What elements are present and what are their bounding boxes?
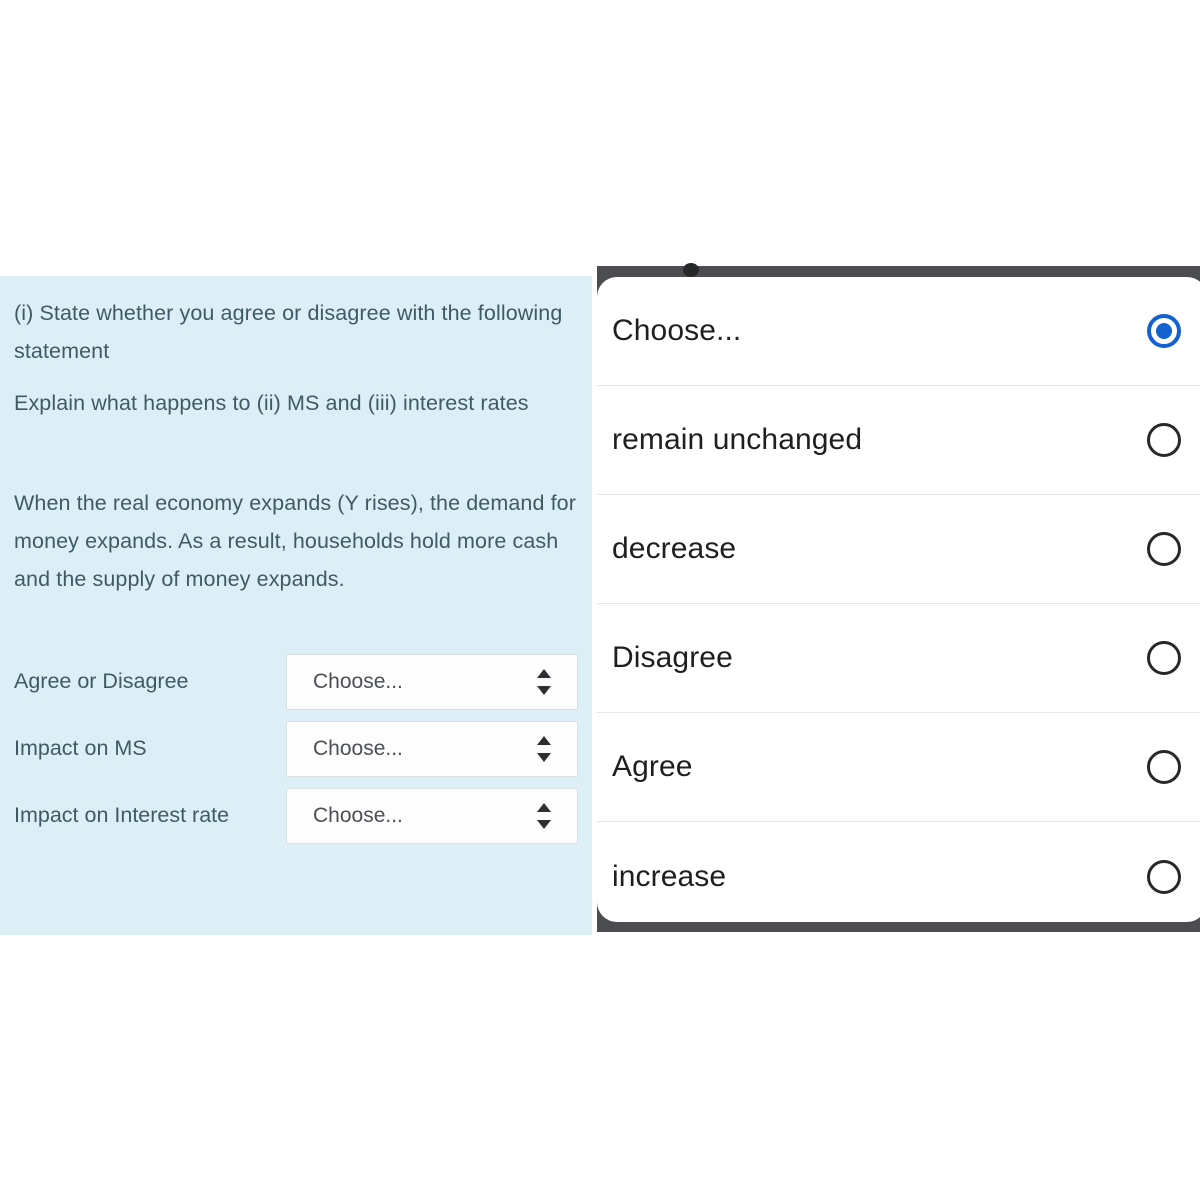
radio-selected-icon[interactable] (1147, 314, 1181, 348)
option-row-disagree[interactable]: Disagree (597, 604, 1200, 713)
select-agree-or-disagree[interactable]: Choose... (286, 653, 578, 710)
chevron-updown-icon (537, 735, 551, 762)
question-prompt-primary: (i) State whether you agree or disagree … (14, 301, 563, 363)
select-value: Choose... (313, 803, 403, 827)
radio-unselected-icon[interactable] (1147, 423, 1181, 457)
option-row-increase[interactable]: increase (597, 822, 1200, 922)
radio-unselected-icon[interactable] (1147, 532, 1181, 566)
answer-form: Agree or Disagree Choose... Impact on MS… (14, 648, 578, 849)
option-label: remain unchanged (612, 423, 863, 456)
option-label: increase (612, 859, 727, 893)
field-label-agree-or-disagree: Agree or Disagree (14, 669, 189, 693)
question-panel: (i) State whether you agree or disagree … (0, 276, 592, 935)
field-label-impact-on-interest-rate: Impact on Interest rate (14, 803, 230, 827)
option-picker-sheet: Choose... remain unchanged decrease Disa… (597, 277, 1200, 922)
select-impact-on-interest-rate[interactable]: Choose... (286, 787, 578, 844)
question-statement: When the real economy expands (Y rises),… (14, 491, 577, 591)
form-row: Impact on MS Choose... (14, 715, 578, 782)
select-value: Choose... (313, 736, 403, 760)
radio-unselected-icon[interactable] (1147, 750, 1181, 784)
chevron-updown-icon (537, 668, 551, 695)
option-label: decrease (612, 532, 737, 565)
option-label: Disagree (612, 641, 733, 674)
field-label-impact-on-ms: Impact on MS (14, 736, 147, 760)
option-row-agree[interactable]: Agree (597, 713, 1200, 822)
select-impact-on-ms[interactable]: Choose... (286, 720, 578, 777)
form-row: Agree or Disagree Choose... (14, 648, 578, 715)
select-value: Choose... (313, 669, 403, 693)
option-row-remain-unchanged[interactable]: remain unchanged (597, 386, 1200, 495)
form-row: Impact on Interest rate Choose... (14, 782, 578, 849)
device-notch-icon (683, 263, 699, 277)
option-row-choose[interactable]: Choose... (597, 277, 1200, 386)
chevron-updown-icon (537, 802, 551, 829)
option-row-decrease[interactable]: decrease (597, 495, 1200, 604)
question-prompt-secondary: Explain what happens to (ii) MS and (iii… (14, 391, 529, 415)
radio-unselected-icon[interactable] (1147, 859, 1181, 894)
option-label: Agree (612, 750, 693, 783)
option-label: Choose... (612, 314, 742, 347)
radio-unselected-icon[interactable] (1147, 641, 1181, 675)
